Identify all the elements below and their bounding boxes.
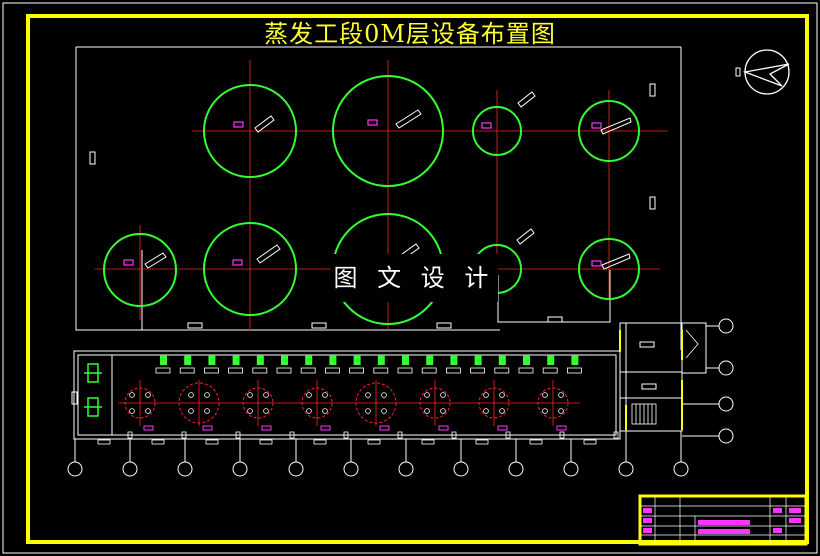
vessel-icon (355, 380, 397, 431)
vessel-icon (301, 380, 333, 431)
pump-icon (252, 355, 268, 374)
pump-icon (518, 355, 534, 374)
wall-opening (475, 439, 489, 445)
grid-marker (682, 396, 734, 412)
drawing-title: 蒸发工段0M层设备布置图 (264, 20, 556, 48)
watermark-text: 图 文 设 计 (330, 254, 498, 302)
grid-marker (706, 360, 734, 376)
lower-wall-openings (97, 431, 619, 445)
yellow-wall-segments (619, 330, 683, 430)
pump-icon (155, 355, 171, 374)
pump-icon (421, 355, 437, 374)
pump-icon (179, 355, 195, 374)
wall-opening (97, 439, 111, 445)
upper-building-outline (75, 46, 682, 350)
vessel-icon (537, 380, 569, 431)
grid-marker (122, 439, 138, 477)
pump-icon (470, 355, 486, 374)
pump-icon (228, 355, 244, 374)
grid-marker (618, 431, 634, 477)
pump-icon (567, 355, 582, 374)
lower-building (71, 322, 707, 440)
title-block (638, 494, 808, 546)
vessel-icon (419, 380, 451, 431)
grid-marker (453, 439, 469, 477)
grid-marker (706, 318, 734, 334)
grid-marker (177, 439, 193, 477)
pump-icon (203, 355, 219, 374)
pump-icon (324, 355, 340, 374)
grid-marker (508, 439, 524, 477)
wall-opening (205, 439, 219, 445)
pump-icon (494, 355, 510, 374)
wall-opening (367, 439, 381, 445)
grid-marker (288, 439, 304, 477)
tank-markers (123, 119, 602, 267)
grid-marker (232, 439, 248, 477)
north-arrow-icon (735, 49, 790, 95)
wall-opening (529, 439, 543, 445)
vessel-icon (242, 380, 274, 431)
pump-icon (445, 355, 461, 374)
vessel-icon (178, 380, 220, 431)
pump-icon (276, 355, 292, 374)
pump-icon (373, 355, 389, 374)
grid-marker (673, 431, 689, 477)
stair-symbol (631, 329, 699, 425)
wall-opening (421, 439, 435, 445)
grid-marker (682, 428, 734, 444)
pump-icon (542, 355, 558, 374)
pump-row (155, 355, 582, 374)
vessel-icon (124, 380, 156, 431)
grid-marker (67, 439, 83, 477)
vessel-icon (478, 380, 510, 431)
left-pumps (84, 363, 102, 417)
grid-marker (398, 439, 414, 477)
wall-opening (259, 439, 273, 445)
pump-icon (300, 355, 316, 374)
wall-opening (313, 439, 327, 445)
wall-opening (583, 439, 597, 445)
grid-marker (563, 439, 579, 477)
vessel-row (124, 380, 569, 431)
pump-icon (349, 355, 365, 374)
wall-opening (151, 439, 165, 445)
pump-icon (397, 355, 413, 374)
grid-marker (343, 439, 359, 477)
